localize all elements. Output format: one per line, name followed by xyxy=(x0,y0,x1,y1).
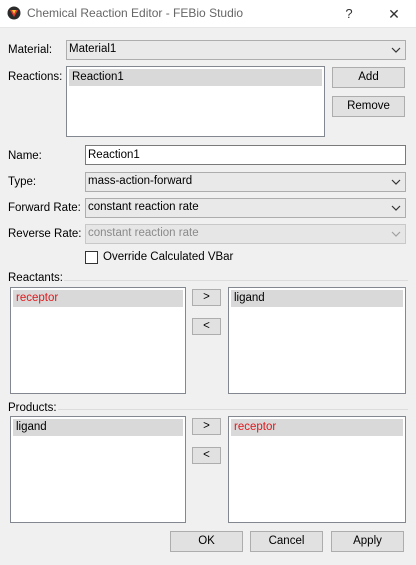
add-reactant-button[interactable]: > xyxy=(192,289,221,306)
list-item[interactable]: receptor xyxy=(231,419,403,436)
cancel-button[interactable]: Cancel xyxy=(250,531,323,552)
chevron-down-icon xyxy=(391,205,401,211)
chevron-down-icon xyxy=(391,179,401,185)
add-button[interactable]: Add xyxy=(332,67,405,88)
reactants-selected-list[interactable]: ligand xyxy=(228,287,406,394)
override-vbar-checkbox[interactable] xyxy=(85,251,98,264)
list-item[interactable]: Reaction1 xyxy=(69,69,322,86)
remove-reactant-button[interactable]: < xyxy=(192,318,221,335)
apply-button[interactable]: Apply xyxy=(331,531,404,552)
reverse-rate-label: Reverse Rate: xyxy=(8,228,82,240)
reverse-rate-value: constant reaction rate xyxy=(88,227,199,239)
list-item[interactable]: ligand xyxy=(231,290,403,307)
reactions-list[interactable]: Reaction1 xyxy=(66,66,325,137)
forward-rate-label: Forward Rate: xyxy=(8,202,81,214)
name-label: Name: xyxy=(8,150,42,162)
remove-button[interactable]: Remove xyxy=(332,96,405,117)
close-button[interactable]: ✕ xyxy=(378,0,410,28)
chevron-down-icon xyxy=(391,231,401,237)
reactants-available-list[interactable]: receptor xyxy=(10,287,186,394)
help-button[interactable]: ? xyxy=(336,0,362,28)
remove-product-button[interactable]: < xyxy=(192,447,221,464)
list-item[interactable]: ligand xyxy=(13,419,183,436)
window-title: Chemical Reaction Editor - FEBio Studio xyxy=(27,6,244,20)
group-divider xyxy=(64,280,408,281)
febio-app-icon xyxy=(7,6,21,20)
material-combo[interactable]: Material1 xyxy=(66,40,406,60)
type-combo[interactable]: mass-action-forward xyxy=(85,172,406,192)
products-selected-list[interactable]: receptor xyxy=(228,416,406,523)
products-label: Products: xyxy=(8,402,57,414)
ok-button[interactable]: OK xyxy=(170,531,243,552)
reverse-rate-combo: constant reaction rate xyxy=(85,224,406,244)
name-field[interactable] xyxy=(86,146,405,164)
reactions-label: Reactions: xyxy=(8,71,63,83)
forward-rate-value: constant reaction rate xyxy=(88,201,199,213)
products-available-list[interactable]: ligand xyxy=(10,416,186,523)
forward-rate-combo[interactable]: constant reaction rate xyxy=(85,198,406,218)
override-vbar-label: Override Calculated VBar xyxy=(103,251,234,263)
title-bar: Chemical Reaction Editor - FEBio Studio … xyxy=(0,0,416,28)
list-item[interactable]: receptor xyxy=(13,290,183,307)
reactants-label: Reactants: xyxy=(8,272,63,284)
group-divider xyxy=(58,409,408,410)
material-value: Material1 xyxy=(69,43,117,55)
add-product-button[interactable]: > xyxy=(192,418,221,435)
type-label: Type: xyxy=(8,176,37,188)
name-field-wrap xyxy=(85,145,406,165)
type-value: mass-action-forward xyxy=(88,175,193,187)
material-label: Material: xyxy=(8,44,53,56)
chevron-down-icon xyxy=(391,47,401,53)
